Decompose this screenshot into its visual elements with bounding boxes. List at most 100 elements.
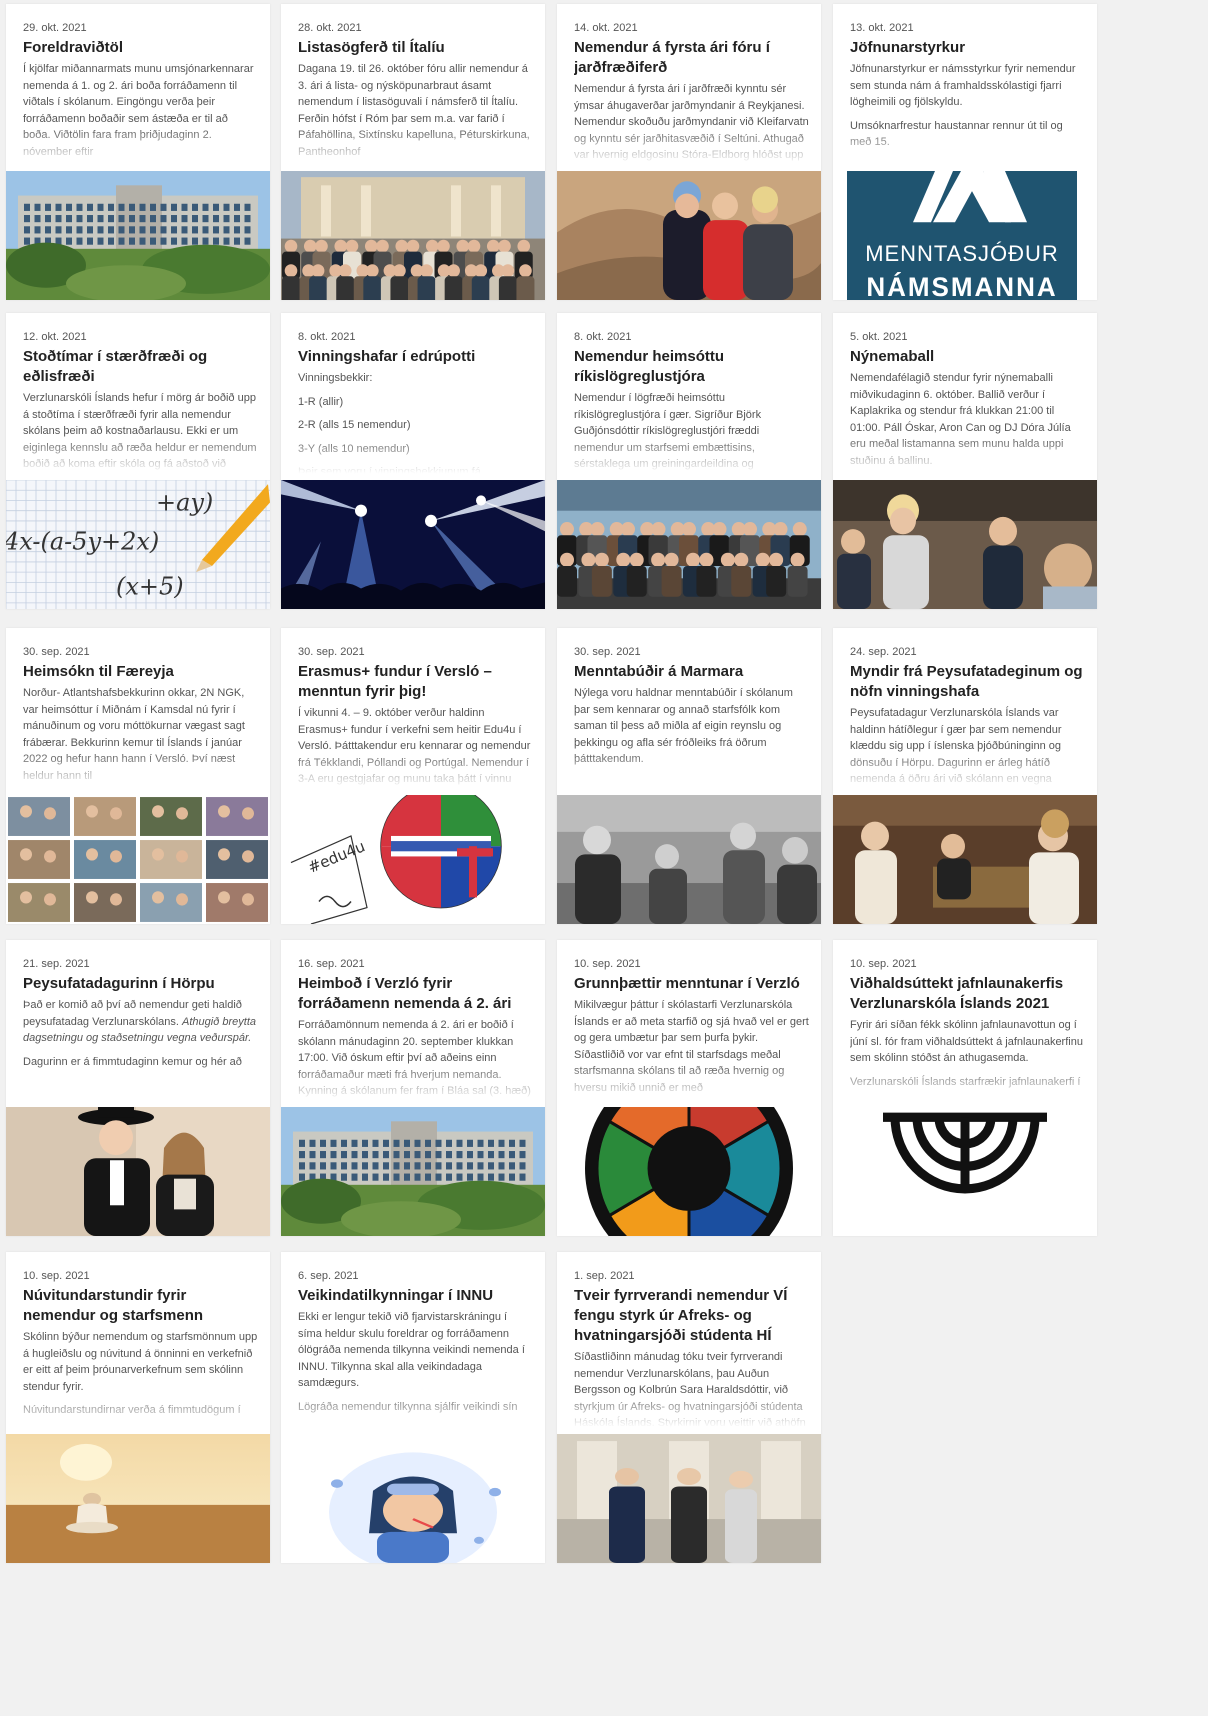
- news-title[interactable]: Foreldraviðtöl: [23, 38, 258, 58]
- news-card-5[interactable]: 12. okt. 2021 Stoðtímar í stærðfræði og …: [6, 313, 270, 609]
- excerpt-paragraph: 1-R (allir): [298, 395, 344, 408]
- news-title[interactable]: Erasmus+ fundur í Versló – menntun fyrir…: [298, 662, 533, 702]
- school-building-image[interactable]: [281, 1107, 545, 1236]
- news-title[interactable]: Viðhaldsúttekt jafnlaunakerfis Verzlunar…: [850, 974, 1085, 1014]
- excerpt-fade: [281, 1390, 545, 1434]
- news-title[interactable]: Heimboð í Verzló fyrir forráðamenn nemen…: [298, 974, 533, 1014]
- news-title[interactable]: Jöfnunarstyrkur: [850, 38, 1085, 58]
- concert-lights-image[interactable]: [281, 480, 545, 609]
- news-card-7[interactable]: 8. okt. 2021 Nemendur heimsóttu ríkislög…: [557, 313, 821, 609]
- news-title[interactable]: Heimsókn til Færeyja: [23, 662, 258, 682]
- news-title[interactable]: Stoðtímar í stærðfræði og eðlisfræði: [23, 347, 258, 387]
- news-card-6[interactable]: 8. okt. 2021 Vinningshafar í edrúpotti V…: [281, 313, 545, 609]
- news-date: 29. okt. 2021: [23, 22, 87, 34]
- dancing-students-image[interactable]: [833, 795, 1097, 924]
- students-field-trip-image[interactable]: [557, 171, 821, 300]
- excerpt-paragraph: Skólinn býður nemendum og starfsmönnum u…: [23, 1331, 258, 1393]
- excerpt-fade: [6, 436, 270, 480]
- excerpt-fade: [833, 1063, 1097, 1107]
- excerpt-fade: [281, 436, 545, 480]
- excerpt-paragraph: 2-R (alls 15 nemendur): [298, 419, 411, 431]
- news-card-10[interactable]: 30. sep. 2021 Erasmus+ fundur í Versló –…: [281, 628, 545, 924]
- news-title[interactable]: Listasögferð til Ítalíu: [298, 38, 533, 58]
- news-date: 10. sep. 2021: [574, 958, 641, 970]
- excerpt-fade: [833, 127, 1097, 171]
- excerpt-fade: [6, 1063, 270, 1107]
- couple-costume-image[interactable]: [6, 1107, 270, 1236]
- excerpt-fade: [557, 751, 821, 795]
- group-photo-image[interactable]: [557, 480, 821, 609]
- news-date: 10. sep. 2021: [23, 1270, 90, 1282]
- news-card-1[interactable]: 29. okt. 2021 Foreldraviðtöl Í kjölfar m…: [6, 4, 270, 300]
- news-card-11[interactable]: 30. sep. 2021 Menntabúðir á Marmara Nýle…: [557, 628, 821, 924]
- news-date: 30. sep. 2021: [298, 646, 365, 658]
- students-party-image[interactable]: [833, 480, 1097, 609]
- news-date: 1. sep. 2021: [574, 1270, 635, 1282]
- education-pillars-wheel[interactable]: [557, 1107, 821, 1236]
- award-ceremony-image[interactable]: [557, 1434, 821, 1563]
- news-title[interactable]: Peysufatadagurinn í Hörpu: [23, 974, 258, 994]
- news-date: 16. sep. 2021: [298, 958, 365, 970]
- excerpt-fade: [6, 751, 270, 795]
- excerpt-fade: [557, 436, 821, 480]
- photo-collage-image[interactable]: [6, 795, 270, 924]
- news-title[interactable]: Nemendur á fyrsta ári fóru í jarðfræðife…: [574, 38, 809, 78]
- news-card-17[interactable]: 10. sep. 2021 Núvitundarstundir fyrir ne…: [6, 1252, 270, 1563]
- group-in-rome-image[interactable]: [281, 171, 545, 300]
- sick-girl-illustration[interactable]: [281, 1434, 545, 1563]
- news-date: 8. okt. 2021: [574, 331, 632, 343]
- school-building-image[interactable]: [6, 171, 270, 300]
- news-date: 30. sep. 2021: [574, 646, 641, 658]
- news-date: 28. okt. 2021: [298, 22, 362, 34]
- news-card-12[interactable]: 24. sep. 2021 Myndir frá Peysufatadeginu…: [833, 628, 1097, 924]
- news-card-19[interactable]: 1. sep. 2021 Tveir fyrrverandi nemendur …: [557, 1252, 821, 1563]
- news-date: 10. sep. 2021: [850, 958, 917, 970]
- excerpt-fade: [281, 751, 545, 795]
- news-card-16[interactable]: 10. sep. 2021 Viðhaldsúttekt jafnlaunake…: [833, 940, 1097, 1236]
- news-date: 8. okt. 2021: [298, 331, 356, 343]
- math-pencil-image[interactable]: +ay) 4x-(a-5y+2x) (x+5): [6, 480, 270, 609]
- logo-wordmark-top: MENNTASJÓÐUR: [865, 241, 1059, 266]
- news-title[interactable]: Núvitundarstundir fyrir nemendur og star…: [23, 1286, 258, 1326]
- excerpt-fade: [557, 1063, 821, 1107]
- equal-pay-logo[interactable]: [833, 1107, 1097, 1236]
- svg-text:+ay): +ay): [156, 487, 213, 516]
- excerpt-paragraph: Jöfnunarstyrkur er námsstyrkur fyrir nem…: [850, 63, 1076, 108]
- news-date: 24. sep. 2021: [850, 646, 917, 658]
- news-card-14[interactable]: 16. sep. 2021 Heimboð í Verzló fyrir for…: [281, 940, 545, 1236]
- news-card-8[interactable]: 5. okt. 2021 Nýnemaball Nemendafélagið s…: [833, 313, 1097, 609]
- excerpt-fade: [557, 1390, 821, 1434]
- news-card-9[interactable]: 30. sep. 2021 Heimsókn til Færeyja Norðu…: [6, 628, 270, 924]
- excerpt-fade: [6, 127, 270, 171]
- news-title[interactable]: Myndir frá Peysufatadeginum og nöfn vinn…: [850, 662, 1085, 702]
- svg-text:4x-(a-5y+2x): 4x-(a-5y+2x): [6, 526, 159, 555]
- erasmus-drawing-image[interactable]: #edu4u: [281, 795, 545, 924]
- news-title[interactable]: Menntabúðir á Marmara: [574, 662, 809, 682]
- excerpt-paragraph: Ekki er lengur tekið við fjarvistarskrán…: [298, 1311, 525, 1389]
- excerpt-fade: [281, 127, 545, 171]
- news-title[interactable]: Nemendur heimsóttu ríkislögreglustjóra: [574, 347, 809, 387]
- excerpt-fade: [557, 127, 821, 171]
- news-card-13[interactable]: 21. sep. 2021 Peysufatadagurinn í Hörpu …: [6, 940, 270, 1236]
- news-title[interactable]: Grunnþættir menntunar í Verzló: [574, 974, 809, 994]
- excerpt-paragraph: Vinningsbekkir:: [298, 372, 373, 384]
- news-title[interactable]: Nýnemaball: [850, 347, 1085, 367]
- workshop-photo-image[interactable]: [557, 795, 821, 924]
- news-card-2[interactable]: 28. okt. 2021 Listasögferð til Ítalíu Da…: [281, 4, 545, 300]
- menntasjodur-logo[interactable]: MENNTASJÓÐUR NÁMSMANNA: [833, 171, 1097, 300]
- svg-text:(x+5): (x+5): [116, 571, 184, 600]
- news-title[interactable]: Veikindatilkynningar í INNU: [298, 1286, 533, 1306]
- news-card-4[interactable]: 13. okt. 2021 Jöfnunarstyrkur Jöfnunarst…: [833, 4, 1097, 300]
- news-card-18[interactable]: 6. sep. 2021 Veikindatilkynningar í INNU…: [281, 1252, 545, 1563]
- news-card-15[interactable]: 10. sep. 2021 Grunnþættir menntunar í Ve…: [557, 940, 821, 1236]
- excerpt-fade: [833, 751, 1097, 795]
- news-title[interactable]: Vinningshafar í edrúpotti: [298, 347, 533, 367]
- excerpt-paragraph: Það er komið að því að nemendur geti hal…: [23, 997, 258, 1047]
- excerpt-fade: [281, 1063, 545, 1107]
- meditation-image[interactable]: [6, 1434, 270, 1563]
- news-date: 12. okt. 2021: [23, 331, 87, 343]
- news-card-3[interactable]: 14. okt. 2021 Nemendur á fyrsta ári fóru…: [557, 4, 821, 300]
- news-date: 6. sep. 2021: [298, 1270, 359, 1282]
- news-title[interactable]: Tveir fyrrverandi nemendur VÍ fengu styr…: [574, 1286, 809, 1346]
- news-date: 14. okt. 2021: [574, 22, 638, 34]
